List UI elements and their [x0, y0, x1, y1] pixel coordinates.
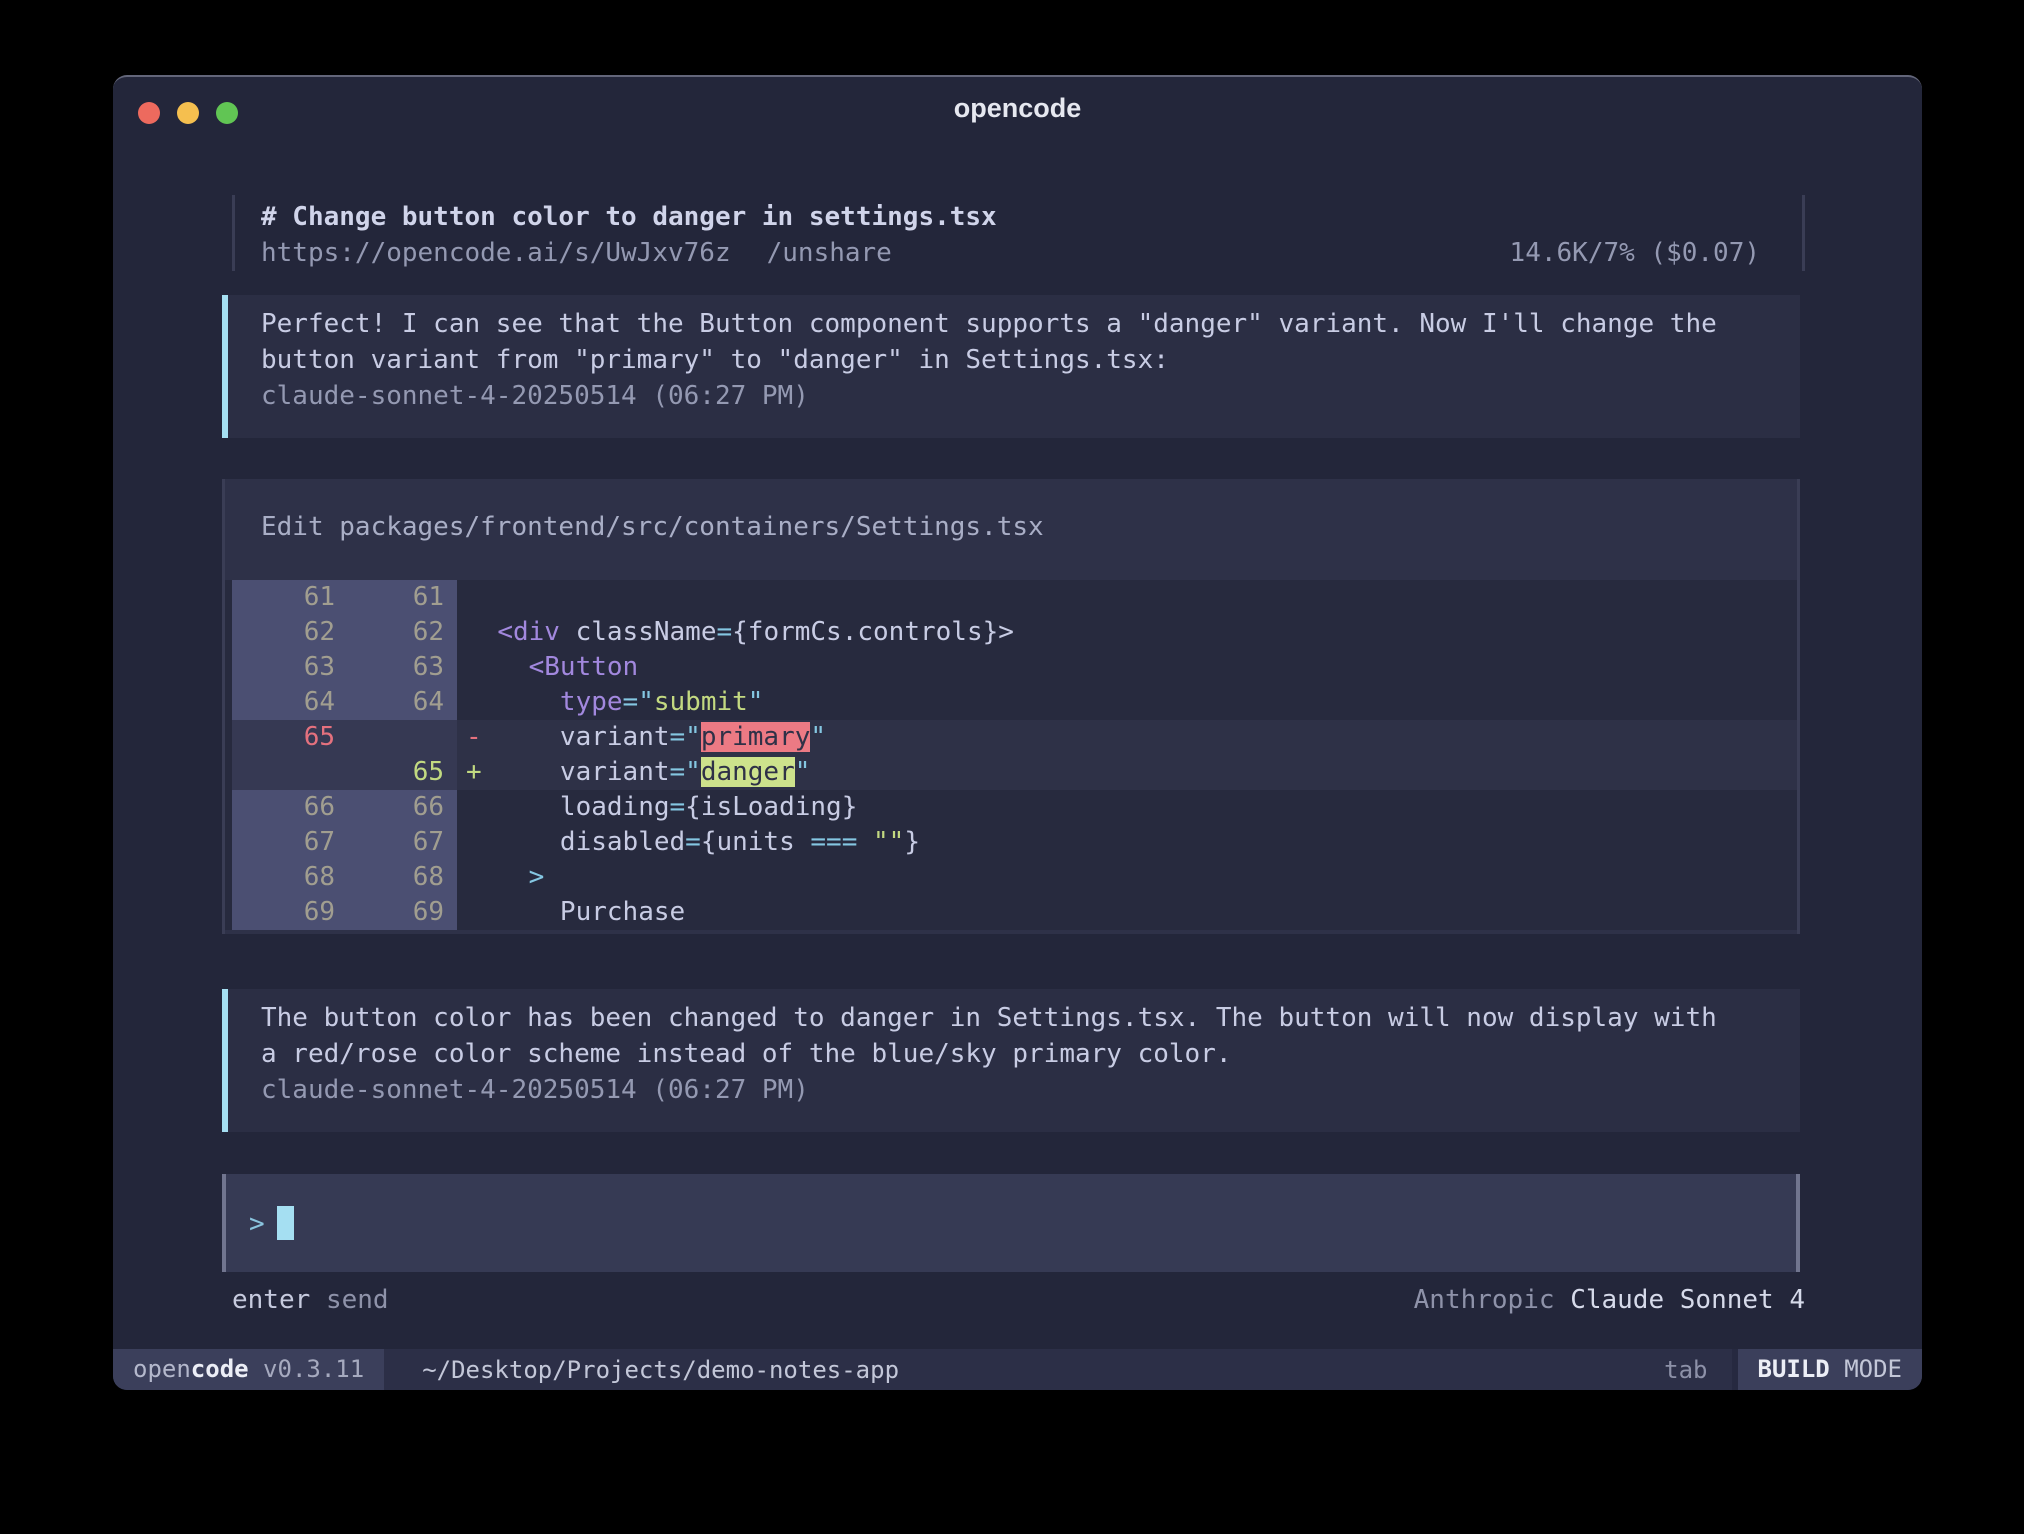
diff-view: 61616262 <div className={formCs.controls…	[225, 580, 1797, 930]
code-line: disabled={units === ""}	[457, 825, 1797, 860]
code-line: type="submit"	[457, 685, 1797, 720]
line-number-new: 68	[348, 860, 457, 895]
status-bar: opencode v0.3.11 ~/Desktop/Projects/demo…	[113, 1349, 1922, 1390]
model-info: claude-sonnet-4-20250514 (06:27 PM)	[261, 1072, 1764, 1108]
opencode-window: opencode # Change button color to danger…	[113, 75, 1922, 1390]
window-title: opencode	[113, 93, 1922, 124]
hint-enter-key: enter	[232, 1285, 310, 1315]
diff-row: 6262 <div className={formCs.controls}>	[225, 615, 1797, 650]
diff-row: 65+ variant="danger"	[225, 755, 1797, 790]
code-line: <div className={formCs.controls}>	[457, 615, 1797, 650]
code-line	[457, 580, 1797, 615]
line-number-new	[348, 720, 457, 755]
model-info: claude-sonnet-4-20250514 (06:27 PM)	[261, 378, 1764, 414]
line-number-old: 63	[232, 650, 348, 685]
titlebar: opencode	[113, 77, 1922, 141]
line-number-new: 69	[348, 895, 457, 930]
message-text: Perfect! I can see that the Button compo…	[261, 306, 1740, 378]
edit-tool-block: Edit packages/frontend/src/containers/Se…	[222, 479, 1800, 934]
code-line: Purchase	[457, 895, 1797, 930]
model-label: Claude Sonnet 4	[1570, 1285, 1805, 1315]
assistant-message: The button color has been changed to dan…	[222, 989, 1800, 1132]
tab-key-hint: tab	[1664, 1356, 1707, 1384]
code-line: + variant="danger"	[457, 755, 1797, 790]
diff-row: 6868 >	[225, 860, 1797, 895]
app-name-segment: opencode v0.3.11	[113, 1349, 384, 1390]
diff-row: 6464 type="submit"	[225, 685, 1797, 720]
code-line: <Button	[457, 650, 1797, 685]
hint-row: enter send Anthropic Claude Sonnet 4	[232, 1282, 1805, 1318]
diff-row: 6363 <Button	[225, 650, 1797, 685]
unshare-command[interactable]: /unshare	[767, 235, 892, 271]
diff-row: 6161	[225, 580, 1797, 615]
line-number-new: 67	[348, 825, 457, 860]
cwd-path: ~/Desktop/Projects/demo-notes-app	[422, 1356, 899, 1384]
line-number-old: 69	[232, 895, 348, 930]
diff-row: 6767 disabled={units === ""}	[225, 825, 1797, 860]
app-name: open	[133, 1355, 191, 1383]
share-url-link[interactable]: https://opencode.ai/s/UwJxv76z	[261, 235, 731, 271]
line-number-new: 64	[348, 685, 457, 720]
line-number-old: 66	[232, 790, 348, 825]
code-line: - variant="primary"	[457, 720, 1797, 755]
line-number-old	[232, 755, 348, 790]
line-number-old: 65	[232, 720, 348, 755]
assistant-message: Perfect! I can see that the Button compo…	[222, 295, 1800, 438]
message-text: The button color has been changed to dan…	[261, 1000, 1740, 1072]
line-number-new: 66	[348, 790, 457, 825]
line-number-new: 63	[348, 650, 457, 685]
line-number-old: 68	[232, 860, 348, 895]
prompt-input[interactable]: >	[222, 1174, 1800, 1272]
hint-send-label: send	[326, 1285, 389, 1315]
code-line: >	[457, 860, 1797, 895]
line-number-new: 61	[348, 580, 457, 615]
line-number-new: 65	[348, 755, 457, 790]
diff-row: 6969 Purchase	[225, 895, 1797, 930]
line-number-new: 62	[348, 615, 457, 650]
build-mode-badge: BUILD MODE	[1732, 1349, 1923, 1390]
diff-row: 65 - variant="primary"	[225, 720, 1797, 755]
code-line: loading={isLoading}	[457, 790, 1797, 825]
text-cursor	[277, 1206, 294, 1240]
line-number-old: 61	[232, 580, 348, 615]
provider-label: Anthropic	[1414, 1285, 1555, 1315]
line-number-old: 64	[232, 685, 348, 720]
line-number-old: 62	[232, 615, 348, 650]
app-version: v0.3.11	[249, 1355, 365, 1383]
session-title: # Change button color to danger in setti…	[261, 199, 997, 235]
edit-tool-header: Edit packages/frontend/src/containers/Se…	[225, 509, 1797, 545]
token-usage: 14.6K/7% ($0.07)	[1510, 235, 1760, 271]
session-header: # Change button color to danger in setti…	[232, 195, 1805, 271]
diff-row: 6666 loading={isLoading}	[225, 790, 1797, 825]
line-number-old: 67	[232, 825, 348, 860]
prompt-chevron-icon: >	[249, 1209, 265, 1239]
